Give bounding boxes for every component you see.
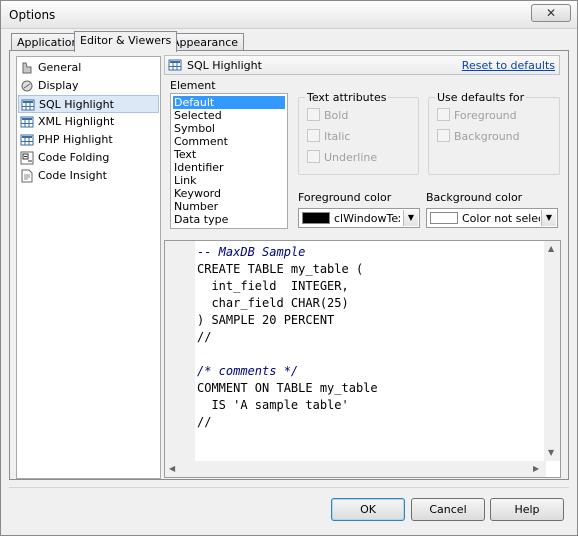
foreground-color-label: Foreground color [298,191,392,204]
folding-icon [20,151,34,165]
tab-editor-viewers[interactable]: Editor & Viewers [74,31,178,52]
checkbox-box [307,129,320,142]
scroll-right-icon[interactable]: ▶ [533,464,539,473]
tab-appearance[interactable]: Appearance [166,33,245,51]
nav-item-label: Code Folding [38,151,110,164]
background-color-select[interactable]: Color not selected ▼ [426,208,558,228]
ok-button[interactable]: OK [331,498,405,521]
section-title: SQL Highlight [187,59,262,72]
nav-item-label: SQL Highlight [39,98,114,111]
checkbox-box [307,108,320,121]
sql-preview-editor[interactable]: -- MaxDB Sample CREATE TABLE my_table ( … [164,240,561,478]
code-line: // [197,415,212,429]
checkbox-box [307,150,320,163]
title-bar[interactable]: Options ✕ [1,1,577,29]
general-icon [22,62,32,74]
element-item-keyword[interactable]: Keyword [173,187,285,200]
nav-item-code-insight[interactable]: Code Insight [18,167,159,185]
code-line: ) SAMPLE 20 PERCENT [197,313,335,327]
element-list[interactable]: Default Selected Symbol Comment Text Ide… [170,93,288,229]
checkbox-box [437,108,450,121]
nav-item-label: PHP Highlight [38,133,113,146]
tab-panel: General Display SQL Highlight XML Highli… [9,50,569,480]
code-line: char_field CHAR(25) [197,296,349,310]
editor-gutter [165,241,195,461]
italic-checkbox[interactable]: Italic [307,129,350,143]
foreground-default-label: Foreground [454,109,517,122]
element-item-text[interactable]: Text [173,148,285,161]
element-label: Element [170,79,216,92]
use-defaults-group: Use defaults for Foreground Background [428,91,560,175]
use-defaults-label: Use defaults for [435,91,527,104]
element-item-number[interactable]: Number [173,200,285,213]
grid-icon [20,134,34,146]
nav-item-php-highlight[interactable]: PHP Highlight [18,131,159,149]
grid-icon [20,116,34,128]
display-icon [21,80,33,92]
window-title: Options [9,8,56,22]
text-attributes-group: Text attributes Bold Italic Underline [298,91,419,175]
help-button[interactable]: Help [490,498,564,521]
nav-item-sql-highlight[interactable]: SQL Highlight [18,95,159,113]
foreground-color-value: clWindowText [334,212,400,225]
element-item-comment[interactable]: Comment [173,135,285,148]
cancel-button[interactable]: Cancel [411,498,485,521]
reset-to-defaults-link[interactable]: Reset to defaults [462,59,555,72]
underline-label: Underline [324,151,378,164]
foreground-color-select[interactable]: clWindowText ▼ [298,208,420,228]
background-default-label: Background [454,130,520,143]
scroll-left-icon[interactable]: ◀ [169,464,175,473]
nav-item-display[interactable]: Display [18,77,159,95]
nav-item-xml-highlight[interactable]: XML Highlight [18,113,159,131]
code-line: COMMENT ON TABLE my_table [197,381,378,395]
element-item-default[interactable]: Default [173,96,285,109]
checkbox-box [437,129,450,142]
foreground-default-checkbox[interactable]: Foreground [437,108,517,122]
code-line: -- MaxDB Sample [197,245,306,259]
code-line: // [197,330,212,344]
background-color-value: Color not selected [462,212,540,225]
scroll-down-icon[interactable]: ▼ [548,448,554,457]
nav-item-general[interactable]: General [18,59,159,77]
element-item-link[interactable]: Link [173,174,285,187]
code-line: int_field INTEGER, [197,279,349,293]
grid-icon [168,59,182,71]
scroll-up-icon[interactable]: ▲ [548,244,554,253]
element-item-selected[interactable]: Selected [173,109,285,122]
close-button[interactable]: ✕ [531,4,571,22]
vertical-scrollbar[interactable]: ▲ ▼ [544,241,560,461]
section-header: SQL Highlight Reset to defaults [164,55,560,75]
divider [9,487,569,488]
underline-checkbox[interactable]: Underline [307,150,377,164]
nav-item-label: General [38,61,82,74]
code-line: /* comments */ [197,364,299,378]
nav-item-code-folding[interactable]: Code Folding [18,149,159,167]
options-dialog: Options ✕ Application Editor & Viewers A… [0,0,578,536]
code-line: CREATE TABLE my_table ( [197,262,364,276]
nav-item-label: XML Highlight [38,115,115,128]
horizontal-scrollbar[interactable]: ◀ ▶ [165,461,546,477]
element-item-data-type[interactable]: Data type [173,213,285,226]
background-swatch [430,212,458,224]
options-nav-list: General Display SQL Highlight XML Highli… [16,56,161,479]
insight-icon [21,169,33,183]
text-attributes-label: Text attributes [305,91,389,104]
nav-item-label: Display [38,79,79,92]
bold-checkbox[interactable]: Bold [307,108,348,122]
element-item-symbol[interactable]: Symbol [173,122,285,135]
background-default-checkbox[interactable]: Background [437,129,520,143]
code-block: -- MaxDB Sample CREATE TABLE my_table ( … [197,244,378,431]
foreground-swatch [302,212,330,224]
background-color-label: Background color [426,191,523,204]
code-line: IS 'A sample table' [197,398,349,412]
nav-item-label: Code Insight [38,169,107,182]
italic-label: Italic [324,130,351,143]
chevron-down-icon[interactable]: ▼ [403,210,418,226]
element-item-identifier[interactable]: Identifier [173,161,285,174]
grid-icon [21,99,35,111]
bold-label: Bold [324,109,349,122]
chevron-down-icon[interactable]: ▼ [541,210,556,226]
